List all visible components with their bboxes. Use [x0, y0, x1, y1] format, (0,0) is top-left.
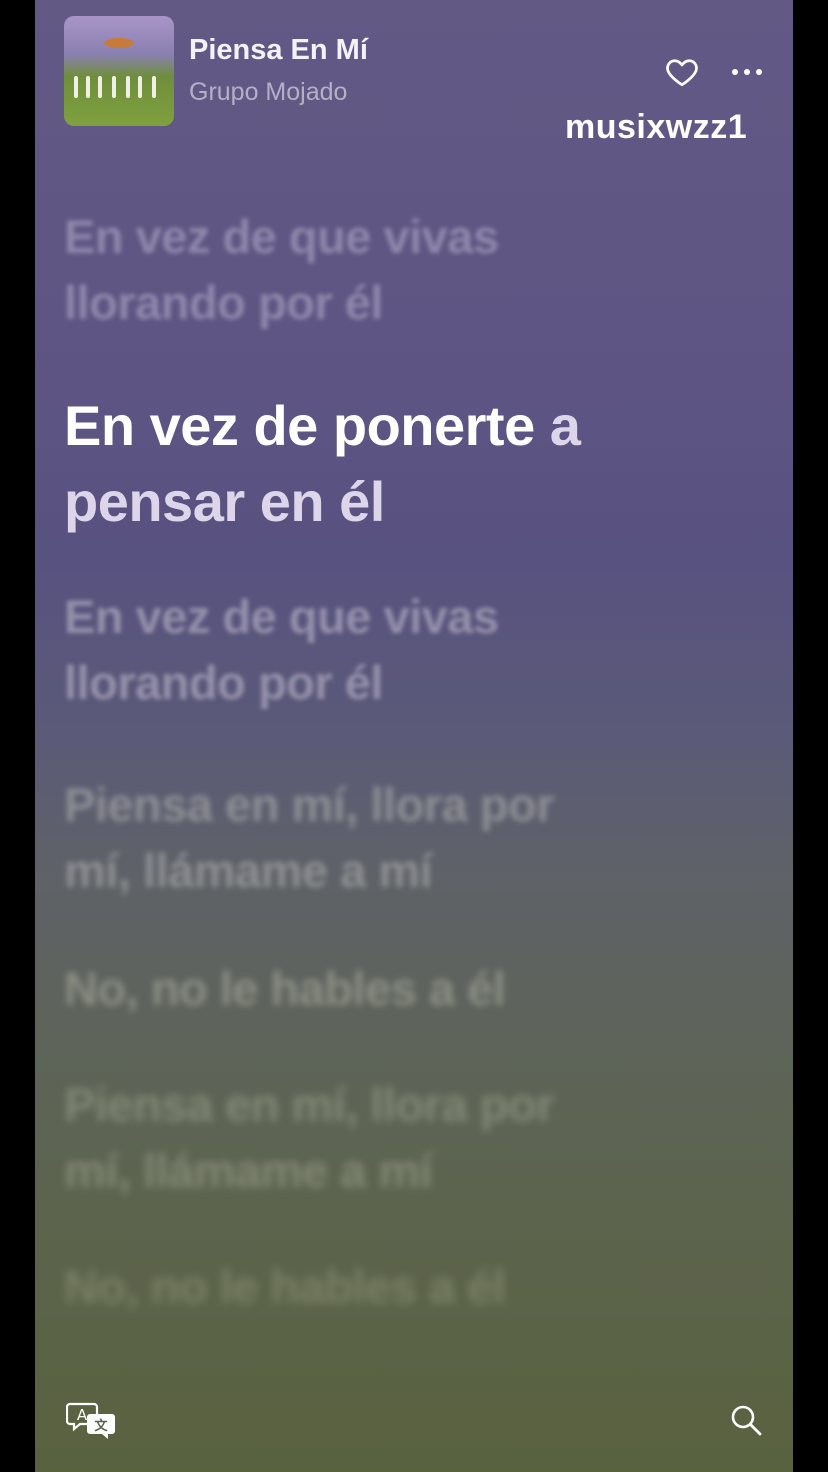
album-art-figures	[72, 68, 166, 98]
lyric-line-text: No, no le hables a él	[64, 962, 506, 1015]
lyric-line-text: Piensa en mí, llora por	[64, 1078, 555, 1131]
lyrics-screen: Piensa En Mí Grupo Mojado musixwzz1 En v…	[35, 0, 793, 1472]
watermark-text: musixwzz1	[565, 108, 748, 146]
svg-text:文: 文	[94, 1418, 108, 1434]
lyric-line-text: llorando por él	[64, 656, 383, 709]
lyric-line-text: mí, llámame a mí	[64, 844, 433, 897]
lyric-line-text: No, no le hables a él	[64, 1260, 506, 1313]
lyric-line[interactable]: Piensa en mí, llora por mí, llámame a mí	[64, 1072, 555, 1204]
heart-icon[interactable]	[663, 54, 701, 90]
track-title: Piensa En Mí	[189, 34, 368, 66]
lyric-line-text: Piensa en mí, llora por	[64, 778, 555, 831]
lyric-line-text: En vez de que vivas	[64, 210, 499, 263]
lyric-current-sung: En vez de ponerte	[64, 394, 550, 457]
lyric-line[interactable]: Piensa en mí, llora por mí, llámame a mí	[64, 772, 555, 904]
lyric-line-text: En vez de que vivas	[64, 590, 499, 643]
lyric-line[interactable]: En vez de que vivas llorando por él	[64, 584, 499, 716]
lyric-line-current[interactable]: En vez de ponerte a pensar en él	[64, 388, 581, 540]
svg-text:A: A	[77, 1406, 88, 1424]
search-icon[interactable]	[728, 1402, 764, 1438]
lyric-line[interactable]: En vez de que vivas llorando por él	[64, 204, 499, 336]
lyric-line[interactable]: No, no le hables a él	[64, 1254, 506, 1320]
translate-icon[interactable]: A 文	[66, 1400, 118, 1440]
lyric-line-text: llorando por él	[64, 276, 383, 329]
album-art[interactable]	[64, 16, 174, 126]
lyric-line-text: mí, llámame a mí	[64, 1144, 433, 1197]
more-icon[interactable]	[727, 60, 767, 84]
album-art-umbrella	[104, 38, 134, 48]
track-artist[interactable]: Grupo Mojado	[189, 78, 347, 107]
lyric-current-unsung: a	[549, 394, 581, 457]
lyric-current-line2: pensar en él	[64, 470, 385, 533]
lyric-line[interactable]: No, no le hables a él	[64, 956, 506, 1022]
